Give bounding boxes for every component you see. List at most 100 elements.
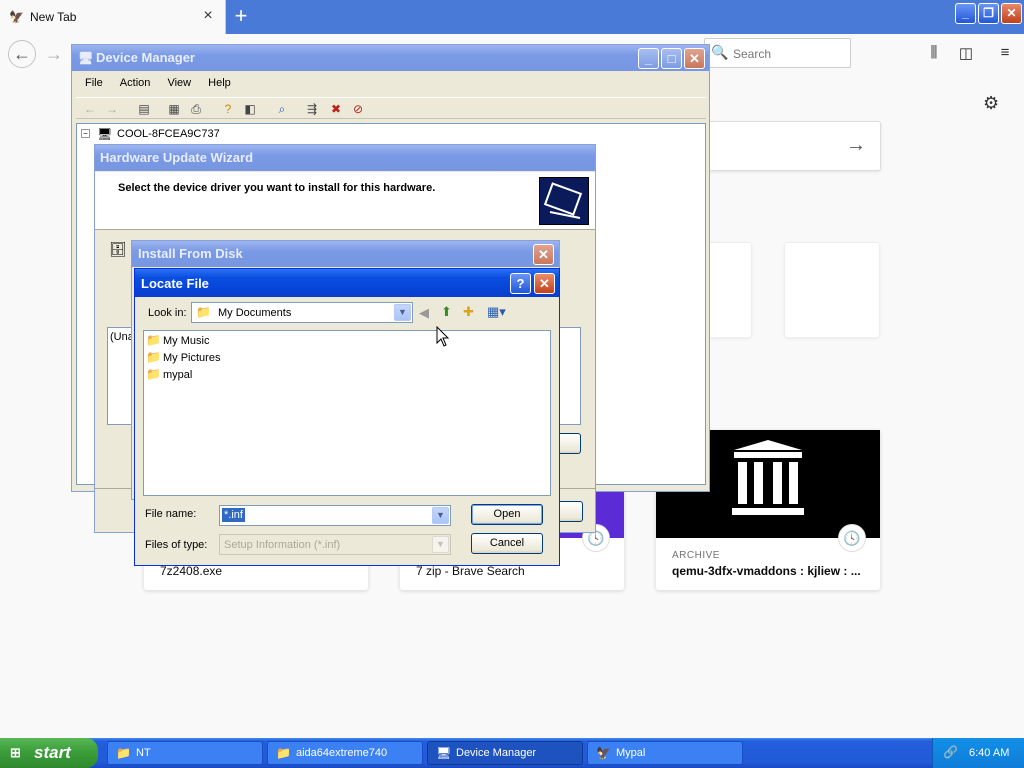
music-folder-icon: 📁 — [146, 333, 161, 347]
card-title: qemu-3dfx-vmaddons : kjliew : ... — [672, 564, 861, 578]
file-list: 📁 My Music 📁 My Pictures 📁 mypal — [143, 330, 551, 496]
view-icon[interactable]: ◧ — [240, 99, 260, 119]
cancel-button[interactable]: Cancel — [471, 533, 543, 554]
list-item[interactable]: 📁 My Music — [146, 333, 266, 349]
top-site-tile[interactable] — [784, 242, 880, 338]
look-in-dropdown[interactable]: 📁 My Documents ▼ — [191, 302, 413, 323]
file-name-input[interactable]: *.inf ▼ — [219, 505, 451, 526]
tab-close-icon[interactable]: × — [198, 6, 218, 26]
go-arrow-icon[interactable]: → — [846, 134, 866, 157]
file-name-value: *.inf — [222, 508, 245, 522]
device-manager-titlebar: 🖥 Device Manager _ □ ✕ — [72, 45, 709, 71]
sidebar-icon[interactable]: ◫ — [956, 44, 976, 62]
tree-root-label[interactable]: COOL-8FCEA9C737 — [117, 128, 220, 140]
list-item-label: mypal — [163, 369, 193, 381]
menu-file[interactable]: File — [78, 73, 110, 93]
menu-help[interactable]: Help — [201, 73, 238, 93]
device-manager-icon: 🖥 — [78, 51, 94, 65]
close-button[interactable]: ✕ — [533, 244, 554, 265]
clock-icon: 🕓 — [838, 524, 866, 552]
card-title: 7 zip - Brave Search — [416, 564, 525, 578]
tree-collapse-icon[interactable]: − — [81, 129, 90, 138]
mouse-cursor-icon — [436, 326, 450, 347]
library-icon[interactable]: ⫼ — [924, 44, 944, 61]
windows-flag-icon: ⊞ — [10, 745, 21, 760]
taskbar-item-label: Device Manager — [456, 747, 537, 759]
window-title: Hardware Update Wizard — [100, 150, 254, 165]
card-tag: ARCHIVE — [672, 550, 720, 561]
locate-file-dialog: Locate File ? ✕ Look in: 📁 My Documents … — [134, 268, 560, 566]
new-folder-icon[interactable]: ✚ — [463, 304, 474, 320]
menu-action[interactable]: Action — [113, 73, 158, 93]
wizard-heading: Select the device driver you want to ins… — [118, 182, 436, 194]
forward-arrow-icon[interactable]: → — [42, 40, 66, 68]
folder-icon: 📁 — [116, 746, 131, 760]
install-from-disk-titlebar: Install From Disk ✕ — [132, 241, 559, 267]
taskbar-item-device-manager[interactable]: 🖥 Device Manager — [427, 741, 583, 765]
browser-tab[interactable]: 🦅 New Tab × — [0, 0, 226, 34]
chevron-down-icon: ▼ — [432, 536, 449, 553]
start-label: start — [34, 743, 71, 762]
close-button[interactable]: ✕ — [534, 273, 555, 294]
file-name-label: File name: — [145, 508, 197, 520]
card-title: 7z2408.exe — [160, 564, 223, 578]
folder-icon: 📁 — [276, 746, 291, 760]
taskbar-item-label: aida64extreme740 — [296, 747, 388, 759]
list-item[interactable]: 📁 My Pictures — [146, 350, 266, 366]
minimize-button[interactable]: _ — [638, 48, 659, 69]
browser-tab-title: New Tab — [30, 10, 77, 24]
tray-icon[interactable]: 🔗 — [943, 745, 958, 759]
menu-view[interactable]: View — [160, 73, 198, 93]
hamburger-menu-icon[interactable]: ≡ — [995, 44, 1015, 61]
scan-hardware-icon[interactable]: ⌕ — [272, 99, 292, 119]
new-tab-button[interactable]: + — [228, 2, 254, 30]
taskbar-item-label: Mypal — [616, 747, 646, 759]
taskbar-item-label: NT — [136, 747, 151, 759]
view-menu-icon[interactable]: ▦▾ — [487, 304, 506, 320]
back-arrow-icon[interactable]: ← — [8, 40, 36, 68]
gear-icon[interactable]: ⚙ — [983, 93, 999, 114]
forward-arrow-icon[interactable]: → — [102, 99, 122, 119]
mypal-icon: 🦅 — [596, 746, 611, 760]
taskbar: ⊞ start 📁 NT 📁 aida64extreme740 🖥 Device… — [0, 738, 1024, 768]
uninstall-icon[interactable]: ✖ — [326, 99, 346, 119]
taskbar-item-mypal[interactable]: 🦅 Mypal — [587, 741, 743, 765]
look-in-value: My Documents — [218, 307, 292, 319]
browser-minimize-button[interactable]: _ — [955, 3, 976, 24]
show-hide-tree-icon[interactable]: ▤ — [134, 99, 154, 119]
device-manager-icon: 🖥 — [436, 746, 452, 760]
wizard-header: Select the device driver you want to ins… — [95, 172, 595, 230]
back-arrow-icon[interactable]: ← — [80, 99, 100, 119]
update-driver-icon[interactable]: ⇶ — [302, 99, 322, 119]
window-title: Device Manager — [96, 50, 195, 65]
help-icon[interactable]: ? — [218, 99, 238, 119]
back-icon[interactable]: ◀ — [419, 305, 429, 321]
browser-restore-button[interactable]: ❐ — [978, 3, 999, 24]
browser-tab-strip: 🦅 New Tab × + _ ❐ ✕ — [0, 0, 1024, 34]
disable-device-icon[interactable]: ⊘ — [348, 99, 368, 119]
wizard-titlebar: Hardware Update Wizard — [95, 145, 595, 171]
files-of-type-dropdown: Setup Information (*.inf) ▼ — [219, 534, 451, 555]
open-button[interactable]: Open — [471, 504, 543, 525]
files-of-type-label: Files of type: — [145, 539, 208, 551]
taskbar-item-aida64[interactable]: 📁 aida64extreme740 — [267, 741, 423, 765]
chevron-down-icon[interactable]: ▼ — [432, 507, 449, 524]
maximize-button[interactable]: □ — [661, 48, 682, 69]
print-icon[interactable]: ⎙ — [186, 99, 206, 119]
list-item[interactable]: 📁 mypal — [146, 367, 266, 383]
computer-icon: 🖥 — [97, 127, 113, 141]
taskbar-item-nt[interactable]: 📁 NT — [107, 741, 263, 765]
up-folder-icon[interactable]: ⬆ — [441, 304, 452, 320]
search-input[interactable]: 🔍 Search — [704, 38, 851, 68]
chevron-down-icon[interactable]: ▼ — [394, 304, 411, 321]
locate-file-titlebar: Locate File ? ✕ — [135, 269, 559, 297]
my-documents-icon: 📁 — [196, 305, 211, 319]
list-item-label: My Music — [163, 335, 210, 347]
help-button[interactable]: ? — [510, 273, 531, 294]
setup-disk-icon: 🗄 — [109, 241, 127, 257]
start-button[interactable]: ⊞ start — [0, 738, 98, 768]
browser-close-button[interactable]: ✕ — [1001, 3, 1022, 24]
close-button[interactable]: ✕ — [684, 48, 705, 69]
clock: 6:40 AM — [969, 747, 1010, 759]
properties-icon[interactable]: ▦ — [164, 99, 184, 119]
